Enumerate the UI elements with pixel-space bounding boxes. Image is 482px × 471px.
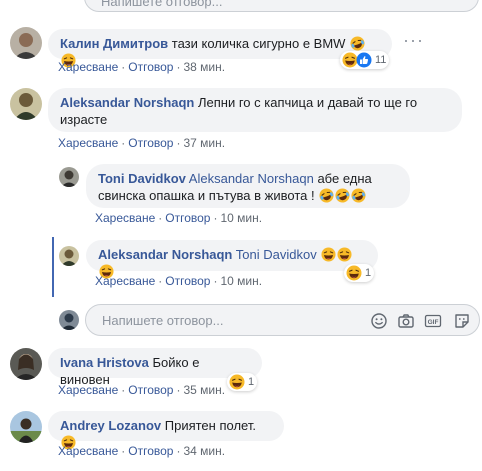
comment-actions: Харесване · Отговор · 34 мин. xyxy=(58,444,226,458)
reply-link[interactable]: Отговор xyxy=(128,444,173,458)
reply-bubble: Aleksandar Norshaqn Toni Davidkov xyxy=(86,240,378,271)
reply-link[interactable]: Отговор xyxy=(165,211,210,225)
top-reply-input-box[interactable] xyxy=(84,0,479,12)
comment-text: тази количка сигурно е BMW xyxy=(171,36,346,51)
like-link[interactable]: Харесване xyxy=(58,60,118,74)
camera-icon[interactable] xyxy=(397,312,415,330)
comment-time[interactable]: 37 мин. xyxy=(183,136,225,150)
like-reaction-icon xyxy=(356,52,372,68)
reply-bubble: Toni Davidkov Aleksandar Norshaqn абе ед… xyxy=(86,164,410,208)
smiley-icon[interactable] xyxy=(370,312,388,330)
gif-icon[interactable]: GIF xyxy=(424,312,442,330)
reply-author[interactable]: Aleksandar Norshaqn xyxy=(98,247,232,262)
like-link[interactable]: Харесване xyxy=(58,383,118,397)
reaction-count: 1 xyxy=(365,267,372,279)
avatar[interactable] xyxy=(10,348,42,380)
laugh-reaction-icon xyxy=(346,265,362,281)
avatar[interactable] xyxy=(59,167,79,187)
comment-actions: Харесване · Отговор · 37 мин. xyxy=(58,136,226,150)
more-options-icon[interactable]: ··· xyxy=(403,30,424,51)
reply-link[interactable]: Отговор xyxy=(128,383,173,397)
reply-link[interactable]: Отговор xyxy=(165,274,210,288)
reply-link[interactable]: Отговор xyxy=(128,136,173,150)
comment-author[interactable]: Andrey Lozanov xyxy=(60,418,161,433)
comment-time[interactable]: 38 мин. xyxy=(183,60,225,74)
reply-input-box[interactable]: GIF xyxy=(85,304,480,336)
comment-text: Приятен полет. xyxy=(164,418,256,433)
laugh-reaction-icon xyxy=(229,374,245,390)
reaction-count: 1 xyxy=(248,376,255,388)
laugh-cry-emoji-icon xyxy=(319,188,334,203)
reaction-summary[interactable]: 1 xyxy=(344,264,375,282)
reaction-summary[interactable]: 1 xyxy=(227,373,258,391)
comment-time[interactable]: 35 мин. xyxy=(183,383,225,397)
laugh-cry-emoji-icon xyxy=(351,188,366,203)
avatar[interactable] xyxy=(10,27,42,59)
avatar[interactable] xyxy=(10,411,42,443)
like-link[interactable]: Харесване xyxy=(58,136,118,150)
mention-link[interactable]: Aleksandar Norshaqn xyxy=(189,171,314,186)
sticker-icon[interactable] xyxy=(453,312,471,330)
reply-time[interactable]: 10 мин. xyxy=(220,211,262,225)
current-user-avatar xyxy=(59,310,79,330)
laugh-emoji-icon xyxy=(337,247,352,262)
comment-author[interactable]: Aleksandar Norshaqn xyxy=(60,95,194,110)
avatar[interactable] xyxy=(10,88,42,120)
reply-link[interactable]: Отговор xyxy=(128,60,173,74)
laugh-cry-emoji-icon xyxy=(350,36,365,51)
reaction-summary[interactable]: 11 xyxy=(340,51,390,69)
comment-actions: Харесване · Отговор · 35 мин. xyxy=(58,383,226,397)
comment-bubble: Aleksandar Norshaqn Лепни го с капчица и… xyxy=(48,88,462,132)
like-link[interactable]: Харесване xyxy=(58,444,118,458)
like-link[interactable]: Харесване xyxy=(95,274,155,288)
comment-author[interactable]: Калин Димитров xyxy=(60,36,168,51)
reply-actions: Харесване · Отговор · 10 мин. xyxy=(95,211,263,225)
reply-time[interactable]: 10 мин. xyxy=(220,274,262,288)
top-reply-input[interactable] xyxy=(99,0,363,10)
reply-author[interactable]: Toni Davidkov xyxy=(98,171,186,186)
laugh-emoji-icon xyxy=(321,247,336,262)
gif-label: GIF xyxy=(428,319,439,326)
like-link[interactable]: Харесване xyxy=(95,211,155,225)
mention-link[interactable]: Toni Davidkov xyxy=(236,247,317,262)
comment-time[interactable]: 34 мин. xyxy=(183,444,225,458)
comment-bubble: Andrey Lozanov Приятен полет. xyxy=(48,411,284,441)
comment-actions: Харесване · Отговор · 38 мин. xyxy=(58,60,226,74)
reply-actions: Харесване · Отговор · 10 мин. xyxy=(95,274,263,288)
reaction-count: 11 xyxy=(375,54,387,66)
avatar[interactable] xyxy=(59,246,79,266)
highlighted-thread-indicator xyxy=(52,237,54,297)
reply-input[interactable] xyxy=(100,312,364,329)
laugh-cry-emoji-icon xyxy=(335,188,350,203)
comment-author[interactable]: Ivana Hristova xyxy=(60,355,149,370)
